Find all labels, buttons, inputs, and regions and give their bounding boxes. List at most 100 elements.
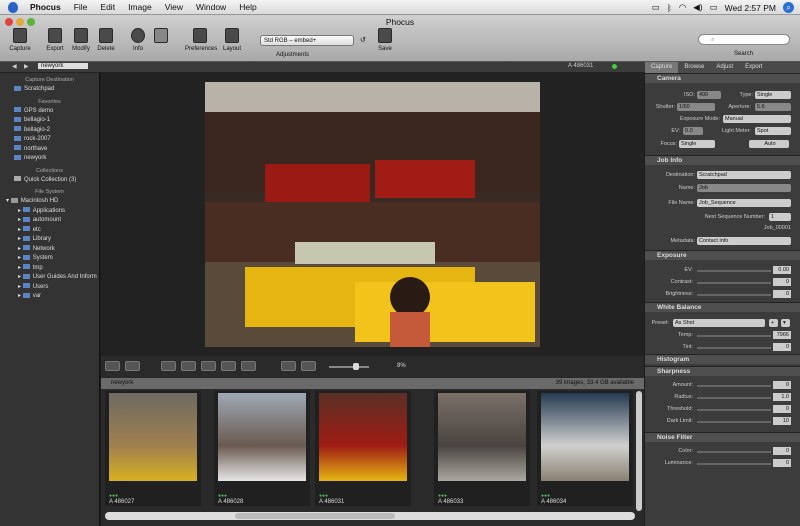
thumbnail-image[interactable]	[319, 393, 407, 481]
sidebar-item-macintosh-hd[interactable]: ▾ Macintosh HD	[0, 197, 99, 207]
folder-popup[interactable]: newyork	[38, 63, 88, 69]
compare-view-button[interactable]	[125, 361, 140, 371]
single-view-button[interactable]	[105, 361, 120, 371]
menu-view[interactable]: View	[165, 2, 183, 12]
exposure-value[interactable]: 0	[773, 290, 791, 298]
thumbnail[interactable]: ●●● A 486034	[537, 391, 633, 506]
thumbnail[interactable]: ●●● A 486031	[315, 391, 411, 506]
zoom-slider[interactable]	[329, 366, 369, 368]
vertical-scrollbar[interactable]	[636, 391, 642, 511]
sidebar-item-folder[interactable]: ▸ etc	[0, 226, 99, 236]
exposure-value[interactable]: 0	[773, 278, 791, 286]
ev-field[interactable]: 0.0	[683, 127, 703, 135]
exposure-slider[interactable]	[697, 270, 771, 272]
previous-image-button[interactable]	[281, 361, 296, 371]
sidebar-item-folder[interactable]: ▸ automount	[0, 216, 99, 226]
sharpness-slider[interactable]	[697, 397, 771, 399]
sidebar-item-quick-collection[interactable]: Quick Collection (3)	[0, 176, 99, 186]
capture-button[interactable]: Capture	[5, 28, 35, 52]
destination-select[interactable]: Scratchpad	[697, 171, 791, 179]
sidebar-item-folder[interactable]: ▸ Users	[0, 283, 99, 293]
add-preset-button[interactable]: +	[769, 319, 778, 327]
display-icon[interactable]: ▭	[652, 2, 660, 13]
thumbnail[interactable]: ●●● A 486033	[434, 391, 530, 506]
thumbnail-image[interactable]	[218, 393, 306, 481]
volume-icon[interactable]: ◀)	[693, 2, 702, 13]
preferences-button[interactable]: Preferences	[185, 28, 217, 52]
wifi-icon[interactable]: ◠	[679, 2, 686, 13]
zoom-tool-button[interactable]	[241, 361, 256, 371]
sidebar-item-folder[interactable]: ▸ Applications	[0, 207, 99, 217]
image-viewer[interactable]	[101, 73, 644, 356]
menu-file[interactable]: File	[74, 2, 88, 12]
noise-slider[interactable]	[697, 463, 771, 465]
sharpness-slider[interactable]	[697, 385, 771, 387]
adjustments-select[interactable]: Std RGB – embed+	[260, 35, 354, 46]
sharpness-slider[interactable]	[697, 409, 771, 411]
iso-select[interactable]: 400	[697, 91, 721, 99]
delete-button[interactable]: Delete	[91, 28, 121, 52]
tab-export[interactable]: Export	[739, 62, 768, 73]
sidebar-item-folder[interactable]: ▸ var	[0, 292, 99, 302]
forward-arrow-icon[interactable]: ▶	[24, 63, 29, 70]
sidebar-item-folder[interactable]: ▸ User Guides And Inform	[0, 273, 99, 283]
exposure-slider[interactable]	[697, 294, 771, 296]
thumbnail-image[interactable]	[109, 393, 197, 481]
battery-icon[interactable]: ▭	[710, 2, 718, 13]
sharpness-slider[interactable]	[697, 421, 771, 423]
shutter-select[interactable]: 1/60	[677, 103, 715, 111]
file-name-select[interactable]: Job_Sequence	[697, 199, 791, 207]
noise-filter-panel-header[interactable]: Noise Filter	[645, 432, 800, 442]
noise-value[interactable]: 0	[773, 447, 791, 455]
exposure-panel-header[interactable]: Exposure	[645, 250, 800, 260]
thumbnail[interactable]: ●●● A 486027	[105, 391, 201, 506]
print-button[interactable]	[146, 28, 176, 46]
sharpness-value[interactable]: 0	[773, 381, 791, 389]
thumbnail-image[interactable]	[438, 393, 526, 481]
sidebar-item-scratchpad[interactable]: Scratchpad	[0, 85, 99, 95]
light-meter-select[interactable]: Spot	[755, 127, 791, 135]
menu-app-phocus[interactable]: Phocus	[30, 2, 61, 12]
reset-icon[interactable]: ↺	[360, 36, 366, 44]
sidebar-item-folder[interactable]: ▸ Library	[0, 235, 99, 245]
noise-slider[interactable]	[697, 451, 771, 453]
exposure-mode-select[interactable]: Manual	[723, 115, 791, 123]
menu-clock[interactable]: Wed 2:57 PM	[725, 3, 776, 13]
metadata-select[interactable]: Contact info	[697, 237, 791, 245]
sharpness-value[interactable]: 10	[773, 417, 791, 425]
picker-tool-button[interactable]	[221, 361, 236, 371]
preset-menu-button[interactable]: ▾	[781, 319, 790, 327]
sidebar-item-folder[interactable]: ▸ Network	[0, 245, 99, 255]
exposure-value[interactable]: 0.00	[773, 266, 791, 274]
sharpness-value[interactable]: 0	[773, 405, 791, 413]
white-balance-panel-header[interactable]: White Balance	[645, 302, 800, 312]
menu-edit[interactable]: Edit	[100, 2, 115, 12]
main-photo[interactable]	[205, 82, 540, 347]
straighten-tool-button[interactable]	[181, 361, 196, 371]
job-info-panel-header[interactable]: Job Info	[645, 155, 800, 165]
horizontal-scrollbar[interactable]	[105, 512, 635, 520]
tab-adjust[interactable]: Adjust	[710, 62, 739, 73]
camera-panel-header[interactable]: Camera	[645, 73, 800, 83]
sidebar-item-favorite[interactable]: bellagio-1	[0, 116, 99, 126]
exposure-slider[interactable]	[697, 282, 771, 284]
sidebar-item-favorite[interactable]: newyork	[0, 154, 99, 164]
focus-select[interactable]: Single	[679, 140, 715, 148]
zoom-slider-handle[interactable]	[353, 363, 359, 370]
tab-capture[interactable]: Capture	[645, 62, 679, 73]
sidebar-item-favorite[interactable]: rock-2007	[0, 135, 99, 145]
crop-tool-button[interactable]	[161, 361, 176, 371]
sidebar-item-favorite[interactable]: northave	[0, 145, 99, 155]
menu-window[interactable]: Window	[196, 2, 226, 12]
aperture-select[interactable]: 5.6	[755, 103, 791, 111]
preset-select[interactable]: As Shot	[673, 319, 765, 327]
brush-tool-button[interactable]	[201, 361, 216, 371]
sidebar-item-favorite[interactable]: bellagio-2	[0, 126, 99, 136]
save-button[interactable]: Save	[370, 28, 400, 52]
white-balance-slider[interactable]	[697, 347, 771, 349]
sharpness-value[interactable]: 1.0	[773, 393, 791, 401]
spotlight-icon[interactable]: ⌕	[783, 2, 794, 13]
search-input[interactable]: ⌕	[698, 34, 790, 45]
sidebar-item-favorite[interactable]: GPS demo	[0, 107, 99, 117]
sharpness-panel-header[interactable]: Sharpness	[645, 366, 800, 376]
